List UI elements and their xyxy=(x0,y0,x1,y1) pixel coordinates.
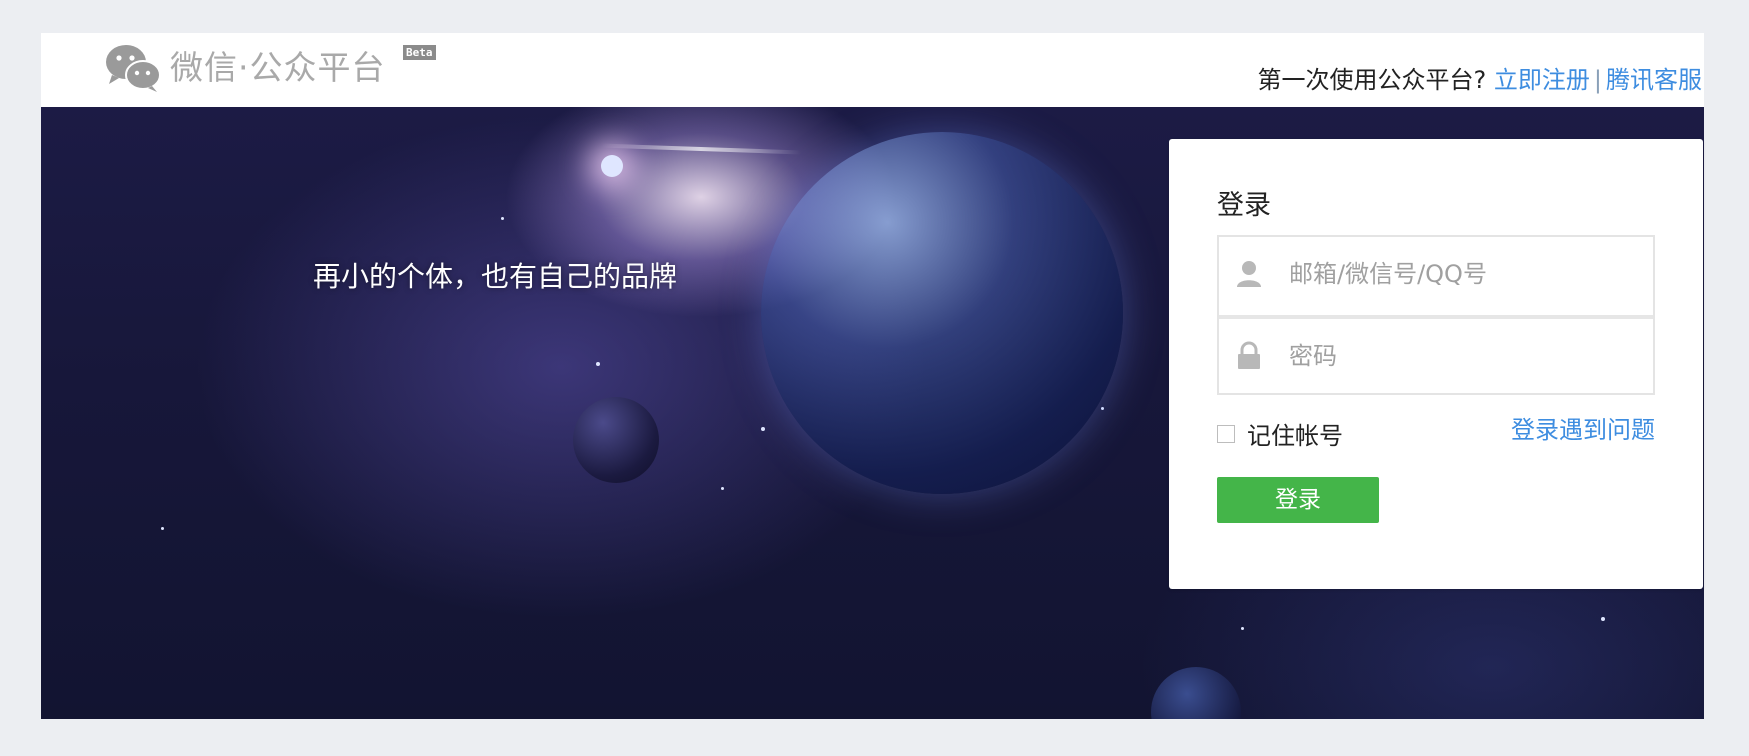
beta-badge: Beta xyxy=(403,45,436,60)
header: 微信·公众平台 Beta 第一次使用公众平台? 立即注册 | 腾讯客服 xyxy=(41,33,1704,107)
register-link[interactable]: 立即注册 xyxy=(1494,66,1590,94)
star xyxy=(1241,627,1244,630)
star xyxy=(161,527,164,530)
large-planet xyxy=(761,132,1123,494)
star xyxy=(501,217,504,220)
login-card: 登录 邮箱/微信号/QQ号 记住帐号 登录遇到问题 登录 xyxy=(1169,139,1703,589)
remember-checkbox[interactable] xyxy=(1217,424,1235,443)
star xyxy=(761,427,765,431)
support-link[interactable]: 腾讯客服 xyxy=(1606,66,1702,94)
login-title: 登录 xyxy=(1217,190,1271,221)
top-links: 第一次使用公众平台? 立即注册 | 腾讯客服 xyxy=(1258,63,1702,97)
remember-account[interactable]: 记住帐号 xyxy=(1217,416,1343,451)
star xyxy=(721,487,724,490)
logo-text: 微信·公众平台 xyxy=(170,48,386,87)
user-icon xyxy=(1235,259,1263,289)
distant-planet xyxy=(1151,667,1241,719)
lock-icon xyxy=(1235,341,1263,371)
login-button[interactable]: 登录 xyxy=(1217,477,1379,523)
account-input[interactable] xyxy=(1289,251,1639,297)
password-input[interactable] xyxy=(1289,333,1639,379)
star xyxy=(1101,407,1104,410)
small-planet xyxy=(573,397,659,483)
wechat-logo-icon xyxy=(104,43,162,93)
star xyxy=(596,362,600,366)
login-help-link[interactable]: 登录遇到问题 xyxy=(1511,414,1655,446)
logo[interactable]: 微信·公众平台 xyxy=(104,43,386,93)
star xyxy=(1601,617,1605,621)
page-frame: 微信·公众平台 Beta 第一次使用公众平台? 立即注册 | 腾讯客服 再小的个体，… xyxy=(41,33,1704,719)
light-flare xyxy=(600,143,802,155)
star xyxy=(601,155,623,177)
account-row xyxy=(1219,237,1653,315)
login-input-group xyxy=(1217,235,1655,395)
first-time-text: 第一次使用公众平台? xyxy=(1257,66,1487,94)
password-row xyxy=(1219,315,1653,393)
remember-label: 记住帐号 xyxy=(1247,422,1343,450)
link-separator: | xyxy=(1593,66,1602,94)
tagline: 再小的个体，也有自己的品牌 xyxy=(313,260,678,293)
